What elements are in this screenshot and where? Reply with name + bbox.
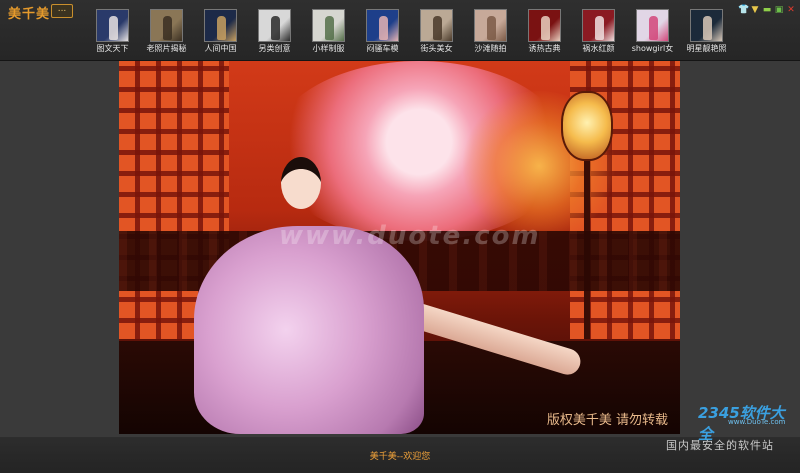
category-thumb[interactable]: 闷骚车模 bbox=[359, 9, 406, 54]
thumb-label[interactable]: 图文天下 bbox=[85, 44, 141, 54]
thumb-label[interactable]: 人间中国 bbox=[193, 44, 249, 54]
thumb-label[interactable]: 小样制服 bbox=[301, 44, 357, 54]
thumb-figure bbox=[379, 16, 388, 40]
thumb-figure bbox=[433, 16, 442, 40]
main-photo[interactable]: www.duote.com 版权美千美 请勿转载 bbox=[119, 61, 680, 434]
close-icon[interactable]: ✕ bbox=[786, 5, 796, 15]
model-dress bbox=[194, 226, 424, 434]
thumb-label[interactable]: 沙滩随拍 bbox=[463, 44, 519, 54]
photo-copyright: 版权美千美 请勿转载 bbox=[546, 413, 668, 428]
category-thumb[interactable]: 祸水红颜 bbox=[575, 9, 622, 54]
thumb-image[interactable] bbox=[366, 9, 399, 42]
thumb-figure bbox=[595, 16, 604, 40]
thumb-figure bbox=[217, 16, 226, 40]
thumb-image[interactable] bbox=[690, 9, 723, 42]
menu-button[interactable]: ... bbox=[51, 4, 73, 18]
thumb-image[interactable] bbox=[150, 9, 183, 42]
brand-slogan: 国内最安全的软件站 bbox=[666, 439, 774, 452]
category-thumb[interactable]: showgirl女 bbox=[629, 9, 676, 54]
category-thumbnails: 图文天下 老照片揭秘 人间中国 另类创意 小样制服 闷骚车模 街头美女 沙滩随拍 诱热古典 祸水红… bbox=[89, 9, 730, 54]
brand-watermark: 2345软件大全 www.DuoTe.com 国内最安全的软件站 bbox=[666, 396, 798, 471]
thumb-image[interactable] bbox=[474, 9, 507, 42]
thumb-figure bbox=[487, 16, 496, 40]
thumb-figure bbox=[649, 16, 658, 40]
skin-icon[interactable]: 👕 bbox=[738, 5, 749, 15]
window-controls: 👕 ▼ ▬ ▣ ✕ bbox=[738, 5, 796, 15]
category-thumb[interactable]: 另类创意 bbox=[251, 9, 298, 54]
thumb-figure bbox=[541, 16, 550, 40]
maximize-icon[interactable]: ▣ bbox=[774, 5, 784, 15]
thumb-figure bbox=[325, 16, 334, 40]
thumb-image[interactable] bbox=[582, 9, 615, 42]
dropdown-icon[interactable]: ▼ bbox=[750, 5, 760, 15]
category-thumb[interactable]: 沙滩随拍 bbox=[467, 9, 514, 54]
thumb-figure bbox=[271, 16, 280, 40]
category-thumb[interactable]: 人间中国 bbox=[197, 9, 244, 54]
category-thumb[interactable]: 图文天下 bbox=[89, 9, 136, 54]
thumb-label[interactable]: 闷骚车模 bbox=[355, 44, 411, 54]
thumb-image[interactable] bbox=[312, 9, 345, 42]
thumb-label[interactable]: 另类创意 bbox=[247, 44, 303, 54]
thumb-image[interactable] bbox=[204, 9, 237, 42]
thumb-image[interactable] bbox=[528, 9, 561, 42]
model-head bbox=[281, 157, 321, 209]
thumb-image[interactable] bbox=[258, 9, 291, 42]
thumb-image[interactable] bbox=[420, 9, 453, 42]
thumb-label[interactable]: 街头美女 bbox=[409, 44, 465, 54]
thumb-label[interactable]: showgirl女 bbox=[625, 44, 681, 54]
thumb-figure bbox=[109, 16, 118, 40]
top-bar: 美千美 ... 图文天下 老照片揭秘 人间中国 另类创意 小样制服 闷骚车模 街头美女 沙滩随… bbox=[0, 0, 800, 61]
app-title: 美千美 bbox=[8, 7, 51, 22]
category-thumb[interactable]: 诱热古典 bbox=[521, 9, 568, 54]
category-thumb[interactable]: 小样制服 bbox=[305, 9, 352, 54]
brand-url: www.DuoTe.com bbox=[728, 418, 786, 426]
lantern bbox=[561, 91, 613, 161]
photo-watermark: www.duote.com bbox=[279, 221, 541, 251]
thumb-label[interactable]: 诱热古典 bbox=[517, 44, 573, 54]
thumb-image[interactable] bbox=[96, 9, 129, 42]
thumb-label[interactable]: 明星靓艳照 bbox=[679, 44, 735, 54]
thumb-figure bbox=[703, 16, 712, 40]
thumb-image[interactable] bbox=[636, 9, 669, 42]
thumb-label[interactable]: 老照片揭秘 bbox=[139, 44, 195, 54]
thumb-label[interactable]: 祸水红颜 bbox=[571, 44, 627, 54]
thumb-figure bbox=[163, 16, 172, 40]
category-thumb[interactable]: 街头美女 bbox=[413, 9, 460, 54]
minimize-icon[interactable]: ▬ bbox=[762, 5, 772, 15]
category-thumb[interactable]: 老照片揭秘 bbox=[143, 9, 190, 54]
category-thumb[interactable]: 明星靓艳照 bbox=[683, 9, 730, 54]
